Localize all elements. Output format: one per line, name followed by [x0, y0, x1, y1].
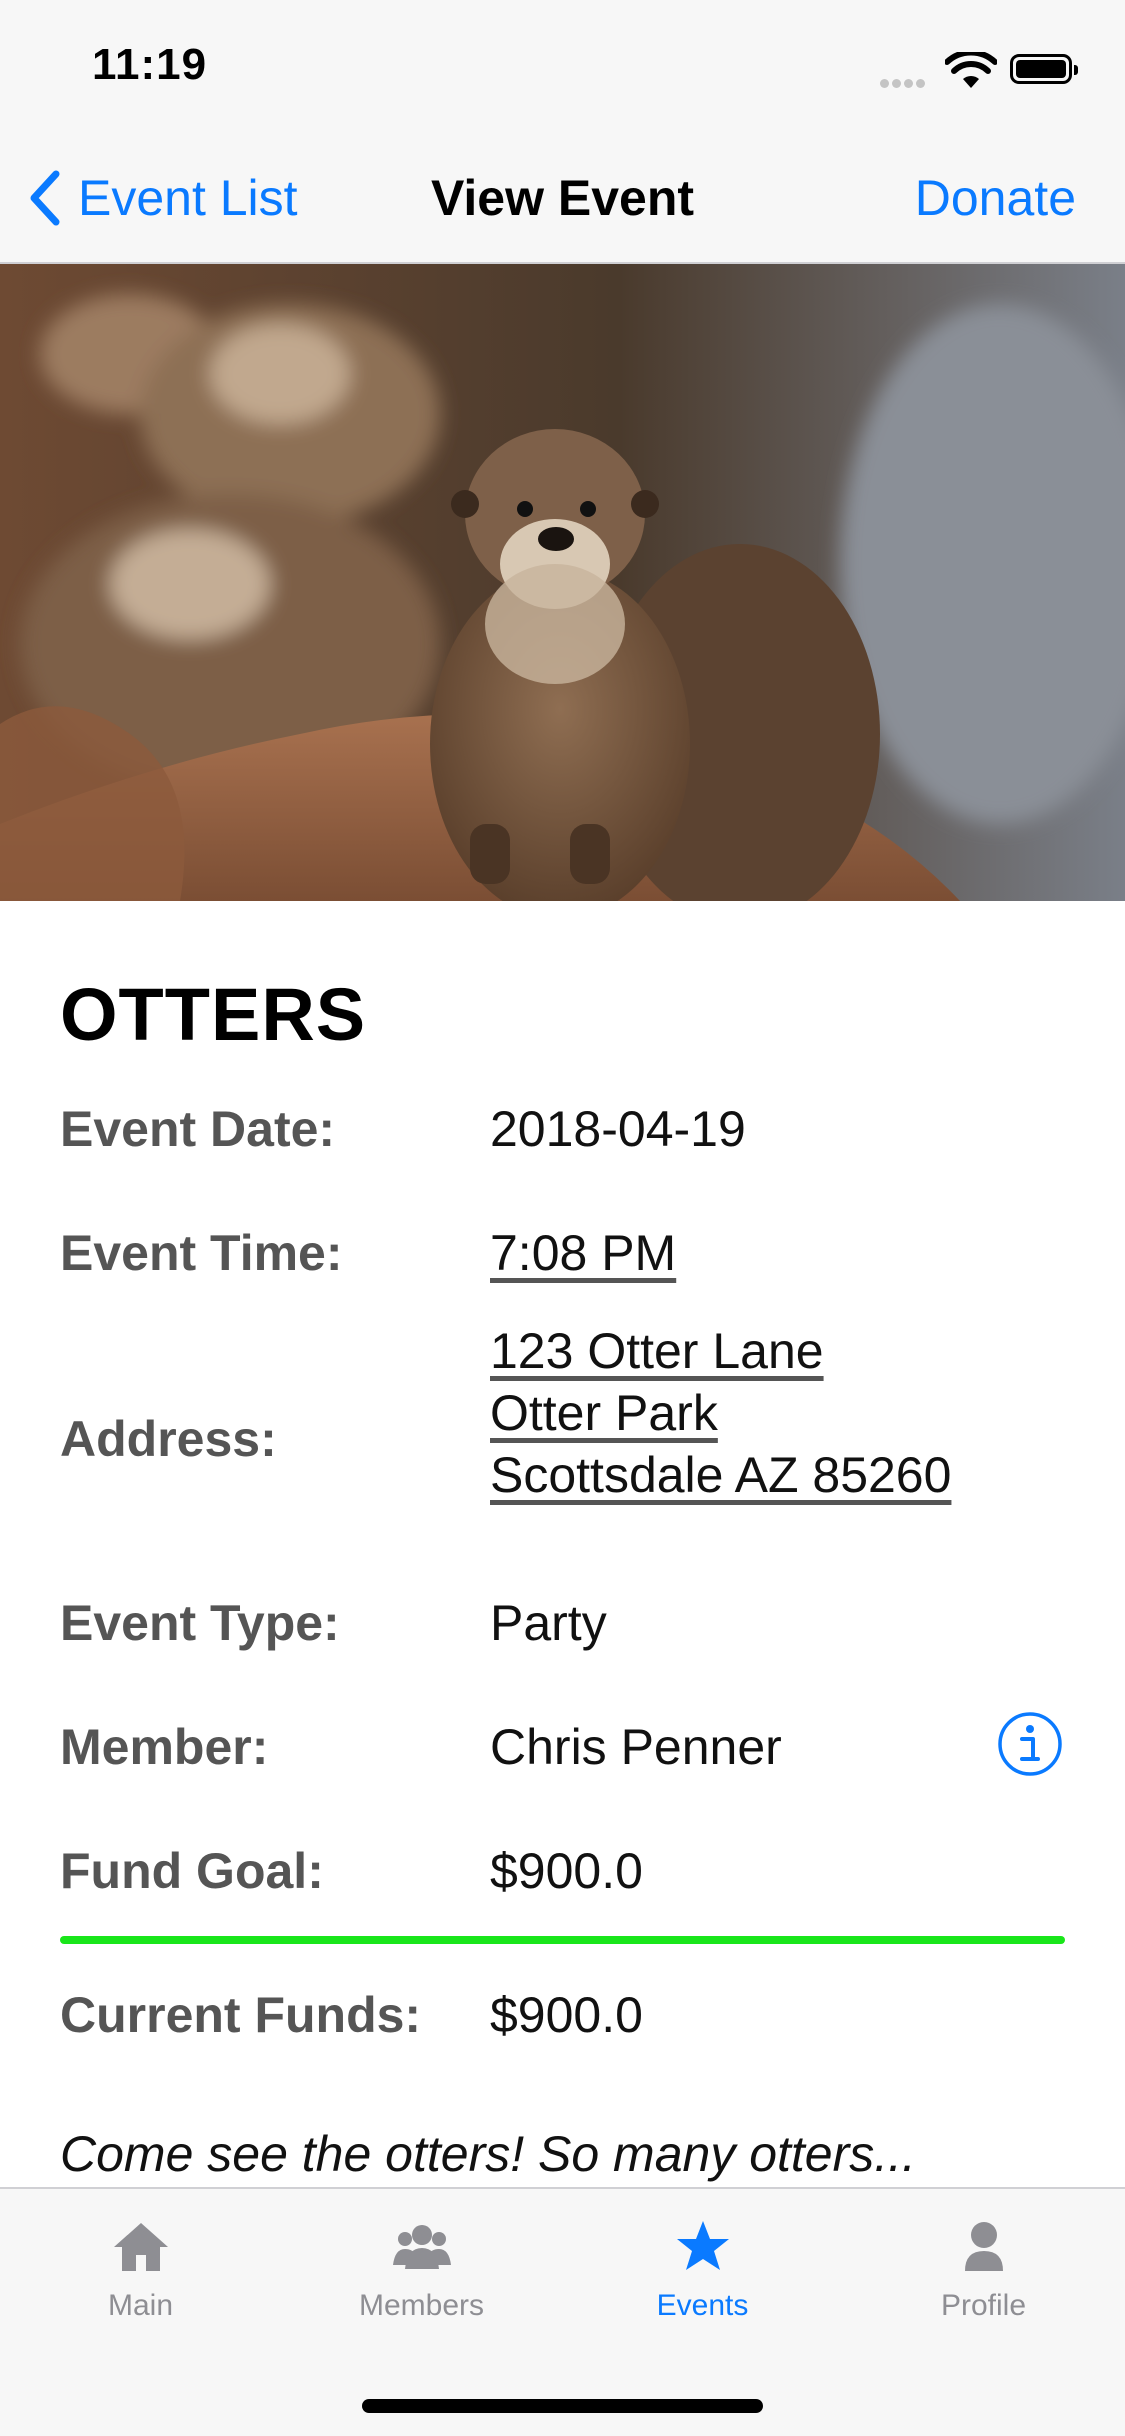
star-icon: [676, 2221, 729, 2270]
current-funds-value: $900.0: [490, 1987, 643, 2043]
address-line-2: Otter Park: [490, 1385, 718, 1441]
tab-events[interactable]: Events: [562, 2215, 843, 2323]
address-value[interactable]: 123 Otter Lane Otter Park Scottsdale AZ …: [490, 1320, 951, 1506]
tab-bar: Main Members Events Profile: [0, 2187, 1125, 2436]
cellular-signal-icon: [880, 75, 928, 93]
event-photo: [0, 264, 1125, 901]
address-line-1: 123 Otter Lane: [490, 1323, 824, 1379]
tab-members-label: Members: [358, 2289, 485, 2322]
fund-goal-label: Fund Goal:: [60, 1843, 324, 1899]
status-time: 11:19: [92, 40, 208, 89]
tab-main-label: Main: [107, 2289, 174, 2322]
address-line-3: Scottsdale AZ 85260: [490, 1447, 952, 1503]
tab-events-label: Events: [656, 2289, 749, 2322]
info-icon[interactable]: [997, 1711, 1063, 1777]
person-icon: [964, 2222, 1003, 2271]
battery-icon: [1010, 54, 1078, 84]
funding-progress-fill: [60, 1936, 1065, 1944]
donate-button[interactable]: Donate: [915, 168, 1076, 228]
member-label: Member:: [60, 1719, 269, 1775]
tab-profile[interactable]: Profile: [843, 2215, 1124, 2323]
member-value: Chris Penner: [490, 1719, 782, 1775]
wifi-icon: [945, 52, 997, 88]
fund-goal-value: $900.0: [490, 1843, 643, 1899]
current-funds-label: Current Funds:: [60, 1987, 422, 2043]
event-description: Come see the otters! So many otters...: [60, 2126, 916, 2182]
tab-profile-label: Profile: [940, 2289, 1027, 2322]
event-type-label: Event Type:: [60, 1595, 340, 1651]
event-type-value: Party: [490, 1595, 607, 1651]
tab-main[interactable]: Main: [0, 2215, 281, 2323]
funding-progress-bar: [60, 1936, 1065, 1944]
house-icon: [113, 2223, 168, 2271]
home-indicator[interactable]: [362, 2399, 763, 2413]
event-time-value[interactable]: 7:08 PM: [490, 1224, 676, 1282]
status-bar: 11:19: [0, 0, 1125, 132]
event-name: OTTERS: [60, 973, 367, 1056]
event-date-value: 2018-04-19: [490, 1101, 746, 1157]
address-label: Address:: [60, 1411, 277, 1467]
tab-members[interactable]: Members: [281, 2215, 562, 2323]
event-date-label: Event Date:: [60, 1101, 336, 1157]
navigation-bar: Event List View Event Donate: [0, 132, 1125, 264]
people-icon: [392, 2225, 451, 2269]
event-time-label: Event Time:: [60, 1225, 343, 1281]
